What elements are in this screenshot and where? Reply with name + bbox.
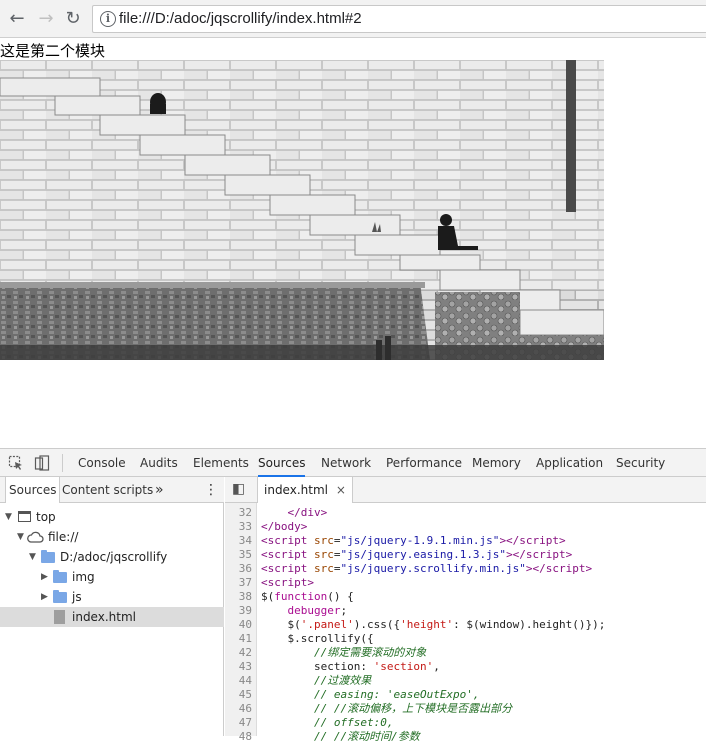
- back-button[interactable]: ←: [6, 8, 28, 30]
- code-line[interactable]: //过渡效果: [261, 674, 371, 688]
- line-number[interactable]: 42: [224, 646, 252, 660]
- tree-item-js[interactable]: ▶ js: [0, 587, 224, 607]
- line-number[interactable]: 48: [224, 730, 252, 744]
- file-icon: [54, 610, 65, 624]
- line-number[interactable]: 47: [224, 716, 252, 730]
- line-number[interactable]: 41: [224, 632, 252, 646]
- line-number[interactable]: 43: [224, 660, 252, 674]
- url-text[interactable]: file:///D:/adoc/jqscrollify/index.html#2: [119, 10, 362, 27]
- code-line[interactable]: // easing: 'easeOutExpo',: [261, 688, 480, 702]
- page-heading: 这是第二个模块: [0, 42, 106, 60]
- line-number[interactable]: 37: [224, 576, 252, 590]
- collapse-arrow-icon[interactable]: ▶: [41, 587, 48, 607]
- line-number[interactable]: 40: [224, 618, 252, 632]
- device-toolbar-icon[interactable]: [34, 455, 50, 471]
- tree-label: top: [36, 510, 56, 524]
- expand-arrow-icon[interactable]: ▼: [5, 507, 12, 527]
- close-tab-icon[interactable]: ×: [336, 483, 346, 497]
- code-line[interactable]: $('.panel').css({'height': $(window).hei…: [261, 618, 605, 632]
- collapse-arrow-icon[interactable]: ▶: [41, 567, 48, 587]
- tree-label: index.html: [72, 610, 136, 624]
- navigator-tab-sources[interactable]: Sources: [5, 477, 61, 503]
- editor-tabs: ◧ index.html ×: [225, 477, 706, 503]
- tab-audits[interactable]: Audits: [140, 449, 178, 477]
- line-number[interactable]: 45: [224, 688, 252, 702]
- code-editor: ◧ index.html × 32 33 34 35 36 37 38 39 40 41 42 43 4…: [224, 477, 706, 743]
- inspect-element-icon[interactable]: [8, 455, 24, 471]
- line-number[interactable]: 36: [224, 562, 252, 576]
- tab-security[interactable]: Security: [616, 449, 665, 477]
- expand-arrow-icon[interactable]: ▼: [29, 547, 36, 567]
- line-number[interactable]: 33: [224, 520, 252, 534]
- navigator-tab-content-scripts[interactable]: Content scripts: [62, 477, 153, 503]
- navigator-menu-icon[interactable]: ⋮: [204, 477, 218, 503]
- tab-elements[interactable]: Elements: [193, 449, 249, 477]
- line-number[interactable]: 38: [224, 590, 252, 604]
- tree-label: file://: [48, 530, 79, 544]
- tree-label: js: [72, 590, 82, 604]
- line-number[interactable]: 35: [224, 548, 252, 562]
- tab-memory[interactable]: Memory: [472, 449, 521, 477]
- expand-arrow-icon[interactable]: ▼: [17, 527, 24, 547]
- code-line[interactable]: // //滚动时间/参数: [261, 730, 420, 744]
- code-line[interactable]: debugger;: [261, 604, 348, 618]
- line-number[interactable]: 39: [224, 604, 252, 618]
- code-line[interactable]: <script>: [261, 576, 314, 590]
- tree-item-top[interactable]: ▼ top: [0, 507, 224, 527]
- tree-item-img[interactable]: ▶ img: [0, 567, 224, 587]
- code-line[interactable]: $.scrollify({: [261, 632, 373, 646]
- folder-icon: [53, 590, 67, 603]
- devtools-toolbar: Console Audits Elements Sources Network …: [0, 449, 706, 477]
- tree-item-index-html[interactable]: index.html: [0, 607, 224, 627]
- code-line[interactable]: <script src="js/jquery-1.9.1.min.js"></s…: [261, 534, 566, 548]
- navigator-tabs: Sources Content scripts » ⋮: [0, 477, 224, 503]
- sources-navigator: Sources Content scripts » ⋮ ▼ top ▼ file…: [0, 477, 224, 736]
- tab-sources[interactable]: Sources: [258, 449, 306, 477]
- tree-item-project-folder[interactable]: ▼ D:/adoc/jqscrollify: [0, 547, 224, 567]
- forward-button[interactable]: →: [35, 8, 57, 30]
- editor-tab-index-html[interactable]: index.html ×: [257, 477, 353, 503]
- frame-icon: [18, 511, 31, 522]
- tree-label: D:/adoc/jqscrollify: [60, 550, 168, 564]
- code-line[interactable]: </div>: [261, 506, 328, 520]
- editor-tab-label: index.html: [264, 483, 328, 497]
- line-number-gutter: 32 33 34 35 36 37 38 39 40 41 42 43 44 45 46 47 48: [224, 503, 257, 743]
- stone-steps-photo: [0, 60, 604, 360]
- code-line[interactable]: <script src="js/jquery.easing.1.3.js"></…: [261, 548, 572, 562]
- toolbar-divider: [62, 454, 63, 472]
- line-number[interactable]: 34: [224, 534, 252, 548]
- folder-icon: [41, 550, 55, 563]
- tab-console[interactable]: Console: [78, 449, 126, 477]
- line-number[interactable]: 46: [224, 702, 252, 716]
- folder-icon: [53, 570, 67, 583]
- code-line[interactable]: section: 'section',: [261, 660, 440, 674]
- photo-image: [0, 60, 604, 360]
- code-line[interactable]: //绑定需要滚动的对象: [261, 646, 426, 660]
- code-line[interactable]: // //滚动偏移，上下模块是否露出部分: [261, 702, 512, 716]
- toggle-navigator-icon[interactable]: ◧: [232, 481, 245, 497]
- info-icon[interactable]: i: [100, 11, 116, 27]
- tab-network[interactable]: Network: [321, 449, 371, 477]
- tree-label: img: [72, 570, 95, 584]
- address-bar[interactable]: i file:///D:/adoc/jqscrollify/index.html…: [92, 5, 706, 33]
- tree-item-origin[interactable]: ▼ file://: [0, 527, 224, 547]
- tab-performance[interactable]: Performance: [386, 449, 462, 477]
- more-tabs-icon[interactable]: »: [155, 477, 164, 503]
- browser-toolbar: ← → ↻ i file:///D:/adoc/jqscrollify/inde…: [0, 0, 706, 38]
- line-number[interactable]: 32: [224, 506, 252, 520]
- cloud-icon: [27, 531, 44, 543]
- reload-button[interactable]: ↻: [62, 8, 84, 30]
- code-line[interactable]: // offset:0,: [261, 716, 393, 730]
- code-line[interactable]: <script src="js/jquery.scrollify.min.js"…: [261, 562, 592, 576]
- devtools-panel: Console Audits Elements Sources Network …: [0, 448, 706, 743]
- tab-application[interactable]: Application: [536, 449, 603, 477]
- code-line[interactable]: $(function() {: [261, 590, 354, 604]
- line-number[interactable]: 44: [224, 674, 252, 688]
- code-line[interactable]: </body>: [261, 520, 307, 534]
